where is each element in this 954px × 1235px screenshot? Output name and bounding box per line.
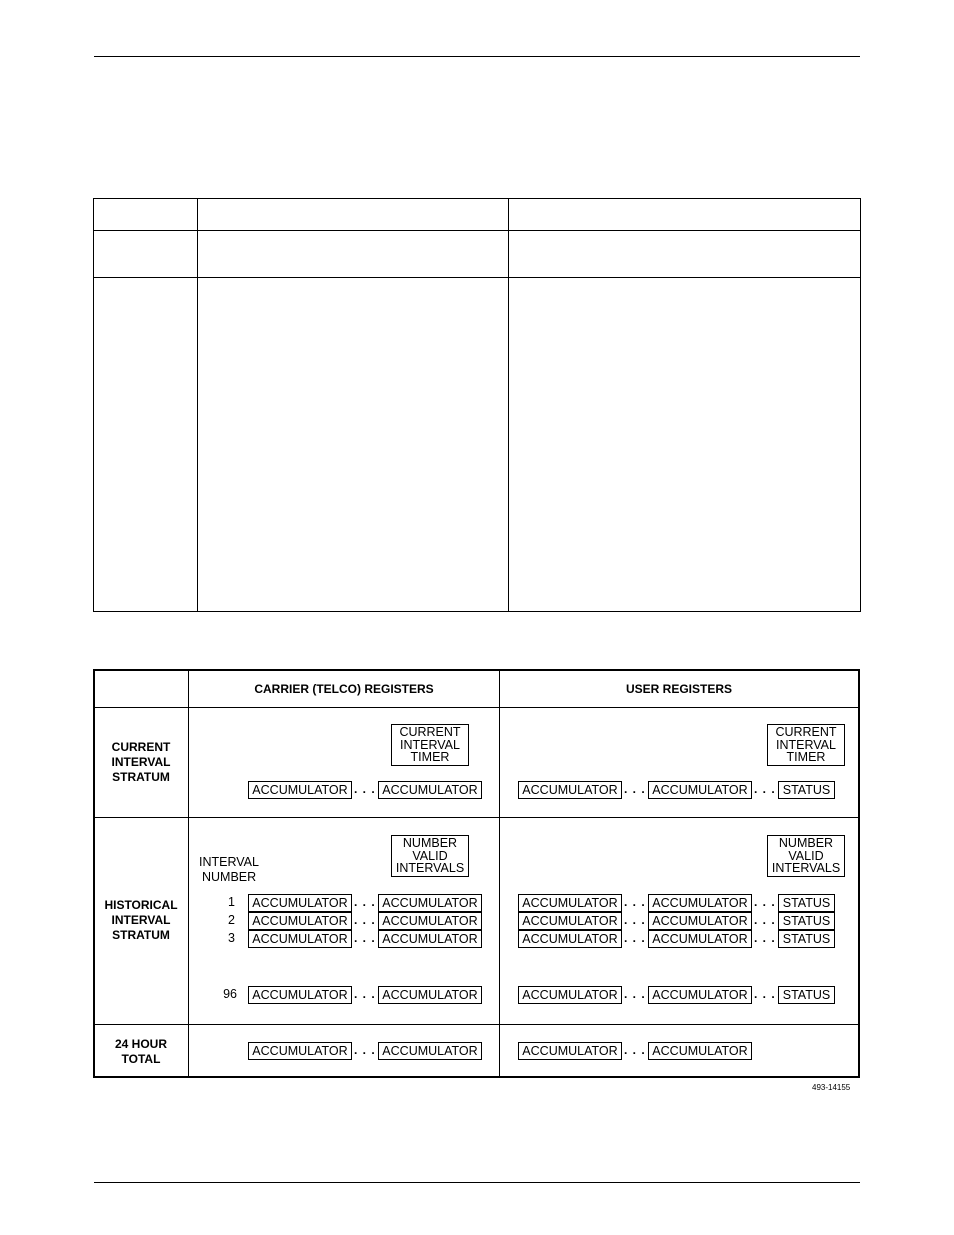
ellipsis: . . . xyxy=(754,931,776,945)
header-rule xyxy=(94,56,860,57)
register-diagram: CARRIER (TELCO) REGISTERS USER REGISTERS… xyxy=(93,669,860,1078)
ellipsis: . . . xyxy=(354,895,376,909)
accumulator-register: ACCUMULATOR xyxy=(648,781,752,799)
label-line: INTERVAL xyxy=(199,855,259,869)
table-divider xyxy=(508,199,509,611)
accumulator-register: ACCUMULATOR xyxy=(378,781,482,799)
label-line: INTERVAL xyxy=(111,913,171,927)
interval-number: 3 xyxy=(228,931,235,945)
number-valid-intervals-box: NUMBER VALID INTERVALS xyxy=(767,835,845,877)
box-line: NUMBER xyxy=(778,836,834,850)
row-label-24-hour-total: 24 HOUR TOTAL xyxy=(95,1037,187,1067)
ellipsis: . . . xyxy=(624,782,646,796)
ellipsis: . . . xyxy=(624,987,646,1001)
ellipsis: . . . xyxy=(624,895,646,909)
accumulator-register: ACCUMULATOR xyxy=(518,1042,622,1060)
number-valid-intervals-box: NUMBER VALID INTERVALS xyxy=(391,835,469,877)
ellipsis: . . . xyxy=(754,782,776,796)
ellipsis: . . . xyxy=(624,913,646,927)
figure-divider xyxy=(95,817,858,818)
header-carrier-registers: CARRIER (TELCO) REGISTERS xyxy=(254,682,434,696)
ellipsis: . . . xyxy=(754,987,776,1001)
accumulator-register: ACCUMULATOR xyxy=(648,912,752,930)
figure-divider xyxy=(499,671,500,1076)
ellipsis: . . . xyxy=(354,782,376,796)
interval-number-label: INTERVAL NUMBER xyxy=(199,855,259,885)
empty-table xyxy=(93,198,861,612)
ellipsis: . . . xyxy=(754,895,776,909)
interval-number: 96 xyxy=(223,987,237,1001)
accumulator-register: ACCUMULATOR xyxy=(248,930,352,948)
table-divider xyxy=(94,230,860,231)
ellipsis: . . . xyxy=(624,1043,646,1057)
row-label-current-interval-stratum: CURRENT INTERVAL STRATUM xyxy=(95,740,187,785)
figure-divider xyxy=(95,1024,858,1025)
accumulator-register: ACCUMULATOR xyxy=(648,1042,752,1060)
figure-number: 493-14155 xyxy=(812,1083,851,1092)
label-line: STRATUM xyxy=(112,928,170,942)
accumulator-register: ACCUMULATOR xyxy=(518,986,622,1004)
label-line: HISTORICAL xyxy=(104,898,178,912)
current-interval-timer-box: CURRENT INTERVAL TIMER xyxy=(391,724,469,766)
box-line: TIMER xyxy=(786,750,826,764)
accumulator-register: ACCUMULATOR xyxy=(248,894,352,912)
accumulator-register: ACCUMULATOR xyxy=(248,781,352,799)
row-label-historical-interval-stratum: HISTORICAL INTERVAL STRATUM xyxy=(95,898,187,943)
box-line: TIMER xyxy=(410,750,450,764)
accumulator-register: ACCUMULATOR xyxy=(518,930,622,948)
label-line: NUMBER xyxy=(202,870,257,884)
figure-divider xyxy=(95,707,858,708)
accumulator-register: ACCUMULATOR xyxy=(248,1042,352,1060)
label-line: CURRENT xyxy=(111,740,171,754)
current-interval-timer-box: CURRENT INTERVAL TIMER xyxy=(767,724,845,766)
box-line: INTERVALS xyxy=(395,861,465,875)
status-register: STATUS xyxy=(778,894,835,912)
accumulator-register: ACCUMULATOR xyxy=(378,894,482,912)
accumulator-register: ACCUMULATOR xyxy=(648,986,752,1004)
accumulator-register: ACCUMULATOR xyxy=(648,930,752,948)
ellipsis: . . . xyxy=(624,931,646,945)
accumulator-register: ACCUMULATOR xyxy=(378,912,482,930)
accumulator-register: ACCUMULATOR xyxy=(378,1042,482,1060)
ellipsis: . . . xyxy=(354,931,376,945)
status-register: STATUS xyxy=(778,912,835,930)
ellipsis: . . . xyxy=(354,987,376,1001)
status-register: STATUS xyxy=(778,781,835,799)
footer-rule xyxy=(94,1182,860,1183)
accumulator-register: ACCUMULATOR xyxy=(518,912,622,930)
accumulator-register: ACCUMULATOR xyxy=(248,986,352,1004)
label-line: STRATUM xyxy=(112,770,170,784)
ellipsis: . . . xyxy=(354,913,376,927)
accumulator-register: ACCUMULATOR xyxy=(518,781,622,799)
accumulator-register: ACCUMULATOR xyxy=(648,894,752,912)
status-register: STATUS xyxy=(778,930,835,948)
table-divider xyxy=(94,277,860,278)
label-line: TOTAL xyxy=(121,1052,161,1066)
accumulator-register: ACCUMULATOR xyxy=(378,986,482,1004)
box-line: NUMBER xyxy=(402,836,458,850)
interval-number: 1 xyxy=(228,895,235,909)
header-user-registers: USER REGISTERS xyxy=(625,682,733,696)
box-line: CURRENT xyxy=(399,725,461,739)
accumulator-register: ACCUMULATOR xyxy=(248,912,352,930)
accumulator-register: ACCUMULATOR xyxy=(518,894,622,912)
table-divider xyxy=(197,199,198,611)
box-line: CURRENT xyxy=(775,725,837,739)
accumulator-register: ACCUMULATOR xyxy=(378,930,482,948)
label-line: INTERVAL xyxy=(111,755,171,769)
box-line: INTERVALS xyxy=(771,861,841,875)
ellipsis: . . . xyxy=(354,1043,376,1057)
interval-number: 2 xyxy=(228,913,235,927)
figure-divider xyxy=(188,671,189,1076)
status-register: STATUS xyxy=(778,986,835,1004)
label-line: 24 HOUR xyxy=(114,1037,167,1051)
ellipsis: . . . xyxy=(754,913,776,927)
